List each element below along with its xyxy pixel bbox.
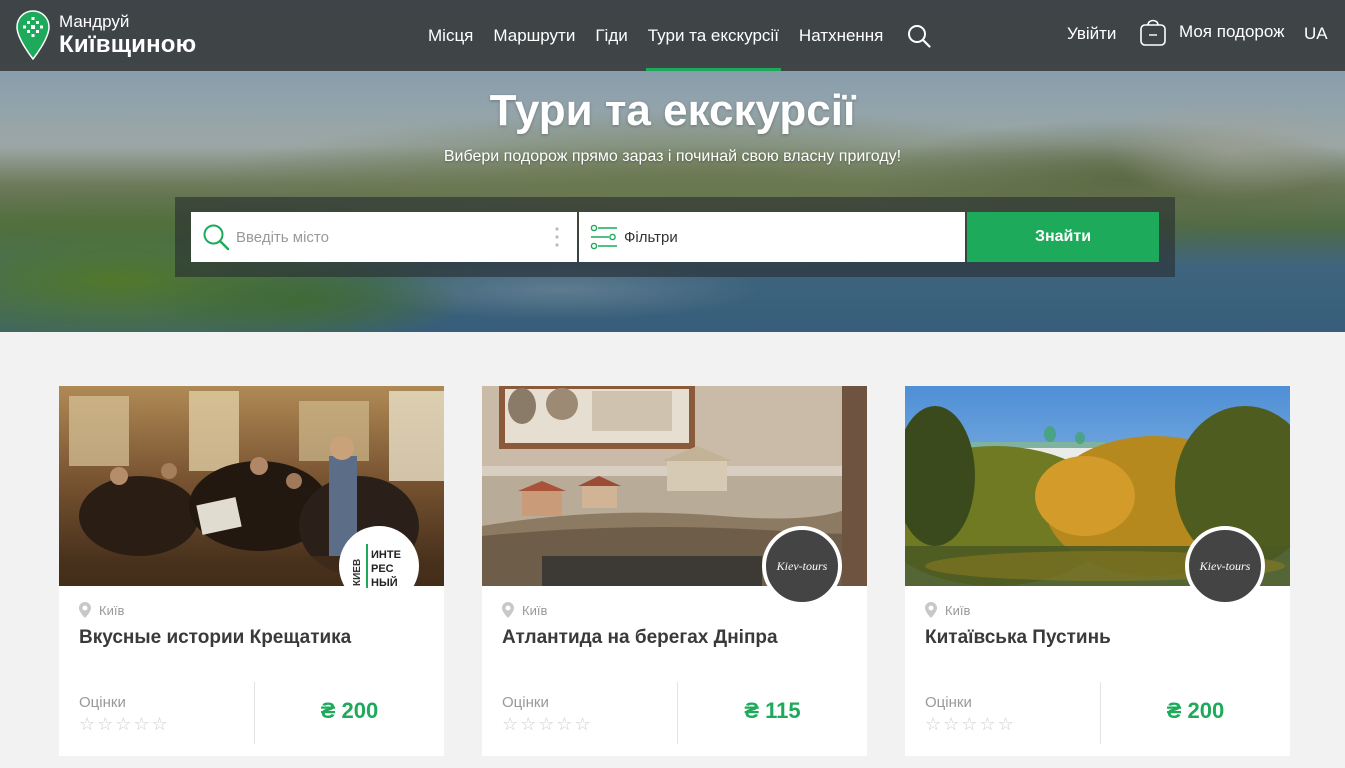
location-pin-logo-icon [16, 10, 50, 60]
rating-label: Оцінки [925, 694, 972, 711]
rating-label: Оцінки [502, 694, 549, 711]
tour-title[interactable]: Китаївська Пустинь [925, 627, 1111, 649]
tour-card[interactable]: Kiev-tours Київ Китаївська Пустинь Оцінк… [905, 386, 1290, 756]
my-trip-label: Моя подорож [1179, 22, 1285, 41]
tour-price: ₴ 115 [744, 698, 801, 723]
organizer-logo: Kiev-tours [762, 526, 842, 606]
tour-location: Київ [79, 602, 124, 618]
site-logo[interactable]: Мандруй Київщиною [16, 10, 196, 60]
tour-location: Київ [502, 602, 547, 618]
nav-item-guides[interactable]: Гіди [585, 0, 637, 71]
nav-item-routes[interactable]: Маршрути [483, 0, 585, 71]
location-pin-icon [925, 602, 937, 618]
city-input[interactable] [236, 228, 536, 246]
badge-text: Kiev-tours [1199, 558, 1251, 573]
interesnyi-kiev-logo: КИЕВ ИНТЕ РЕС НЫЙ [352, 544, 401, 589]
tour-card[interactable]: Kiev-tours Київ Атлантида на берегах Дні… [482, 386, 867, 756]
page-subtitle: Вибери подорож прямо зараз і починай сво… [443, 148, 902, 165]
nav-item-tours[interactable]: Тури та екскурсії [638, 0, 789, 71]
logo-text: Мандруй Київщиною [59, 13, 196, 57]
location-pin-icon [502, 602, 514, 618]
badge-side-text: КИЕВ [352, 559, 363, 586]
find-button[interactable]: Знайти [967, 212, 1159, 262]
badge-line2: РЕС [371, 563, 394, 575]
tour-title[interactable]: Атлантида на берегах Дніпра [502, 627, 778, 649]
tour-city: Київ [99, 602, 125, 618]
rating-stars: ☆☆☆☆☆ [925, 714, 1016, 734]
rating-stars: ☆☆☆☆☆ [502, 714, 593, 734]
organizer-logo: Kiev-tours [1185, 526, 1265, 606]
filters-icon [590, 224, 617, 250]
header-search-button[interactable] [897, 0, 941, 71]
nav-item-inspiration[interactable]: Натхнення [789, 0, 893, 71]
badge-line3: НЫЙ [371, 576, 398, 589]
badge-line1: ИНТЕ [371, 549, 401, 561]
bag-icon [1140, 19, 1166, 46]
nav-item-places[interactable]: Місця [418, 0, 483, 71]
badge-text: Kiev-tours [776, 558, 828, 573]
login-link[interactable]: Увійти [1067, 24, 1116, 44]
location-pin-icon [79, 602, 91, 618]
tour-price: ₴ 200 [1166, 698, 1225, 723]
filters-label: Фільтри [624, 228, 678, 246]
more-options-icon[interactable] [555, 226, 559, 248]
city-field[interactable] [191, 212, 577, 262]
tour-location: Київ [925, 602, 970, 618]
tour-card[interactable]: КИЕВ ИНТЕ РЕС НЫЙ Київ Вкусные истории К… [59, 386, 444, 756]
logo-line2: Київщиною [59, 31, 197, 58]
my-trip-link[interactable]: Моя подорож [1139, 17, 1285, 47]
main-nav: Місця Маршрути Гіди Тури та екскурсії На… [418, 0, 941, 71]
organizer-logo: КИЕВ ИНТЕ РЕС НЫЙ [339, 526, 419, 606]
filters-field[interactable]: Фільтри [579, 212, 965, 262]
tour-title[interactable]: Вкусные истории Крещатика [79, 627, 351, 649]
tour-price: ₴ 200 [320, 698, 379, 723]
language-switcher[interactable]: UA [1304, 24, 1328, 44]
rating-stars: ☆☆☆☆☆ [79, 714, 170, 734]
tour-city: Київ [522, 602, 548, 618]
rating-label: Оцінки [79, 694, 126, 711]
site-header: Мандруй Київщиною Місця Маршрути Гіди Ту… [0, 0, 1345, 71]
page-title: Тури та екскурсії [489, 86, 856, 135]
search-icon [203, 224, 230, 251]
search-icon [908, 24, 931, 48]
logo-line1: Мандруй [59, 12, 130, 31]
tour-city: Київ [945, 602, 971, 618]
